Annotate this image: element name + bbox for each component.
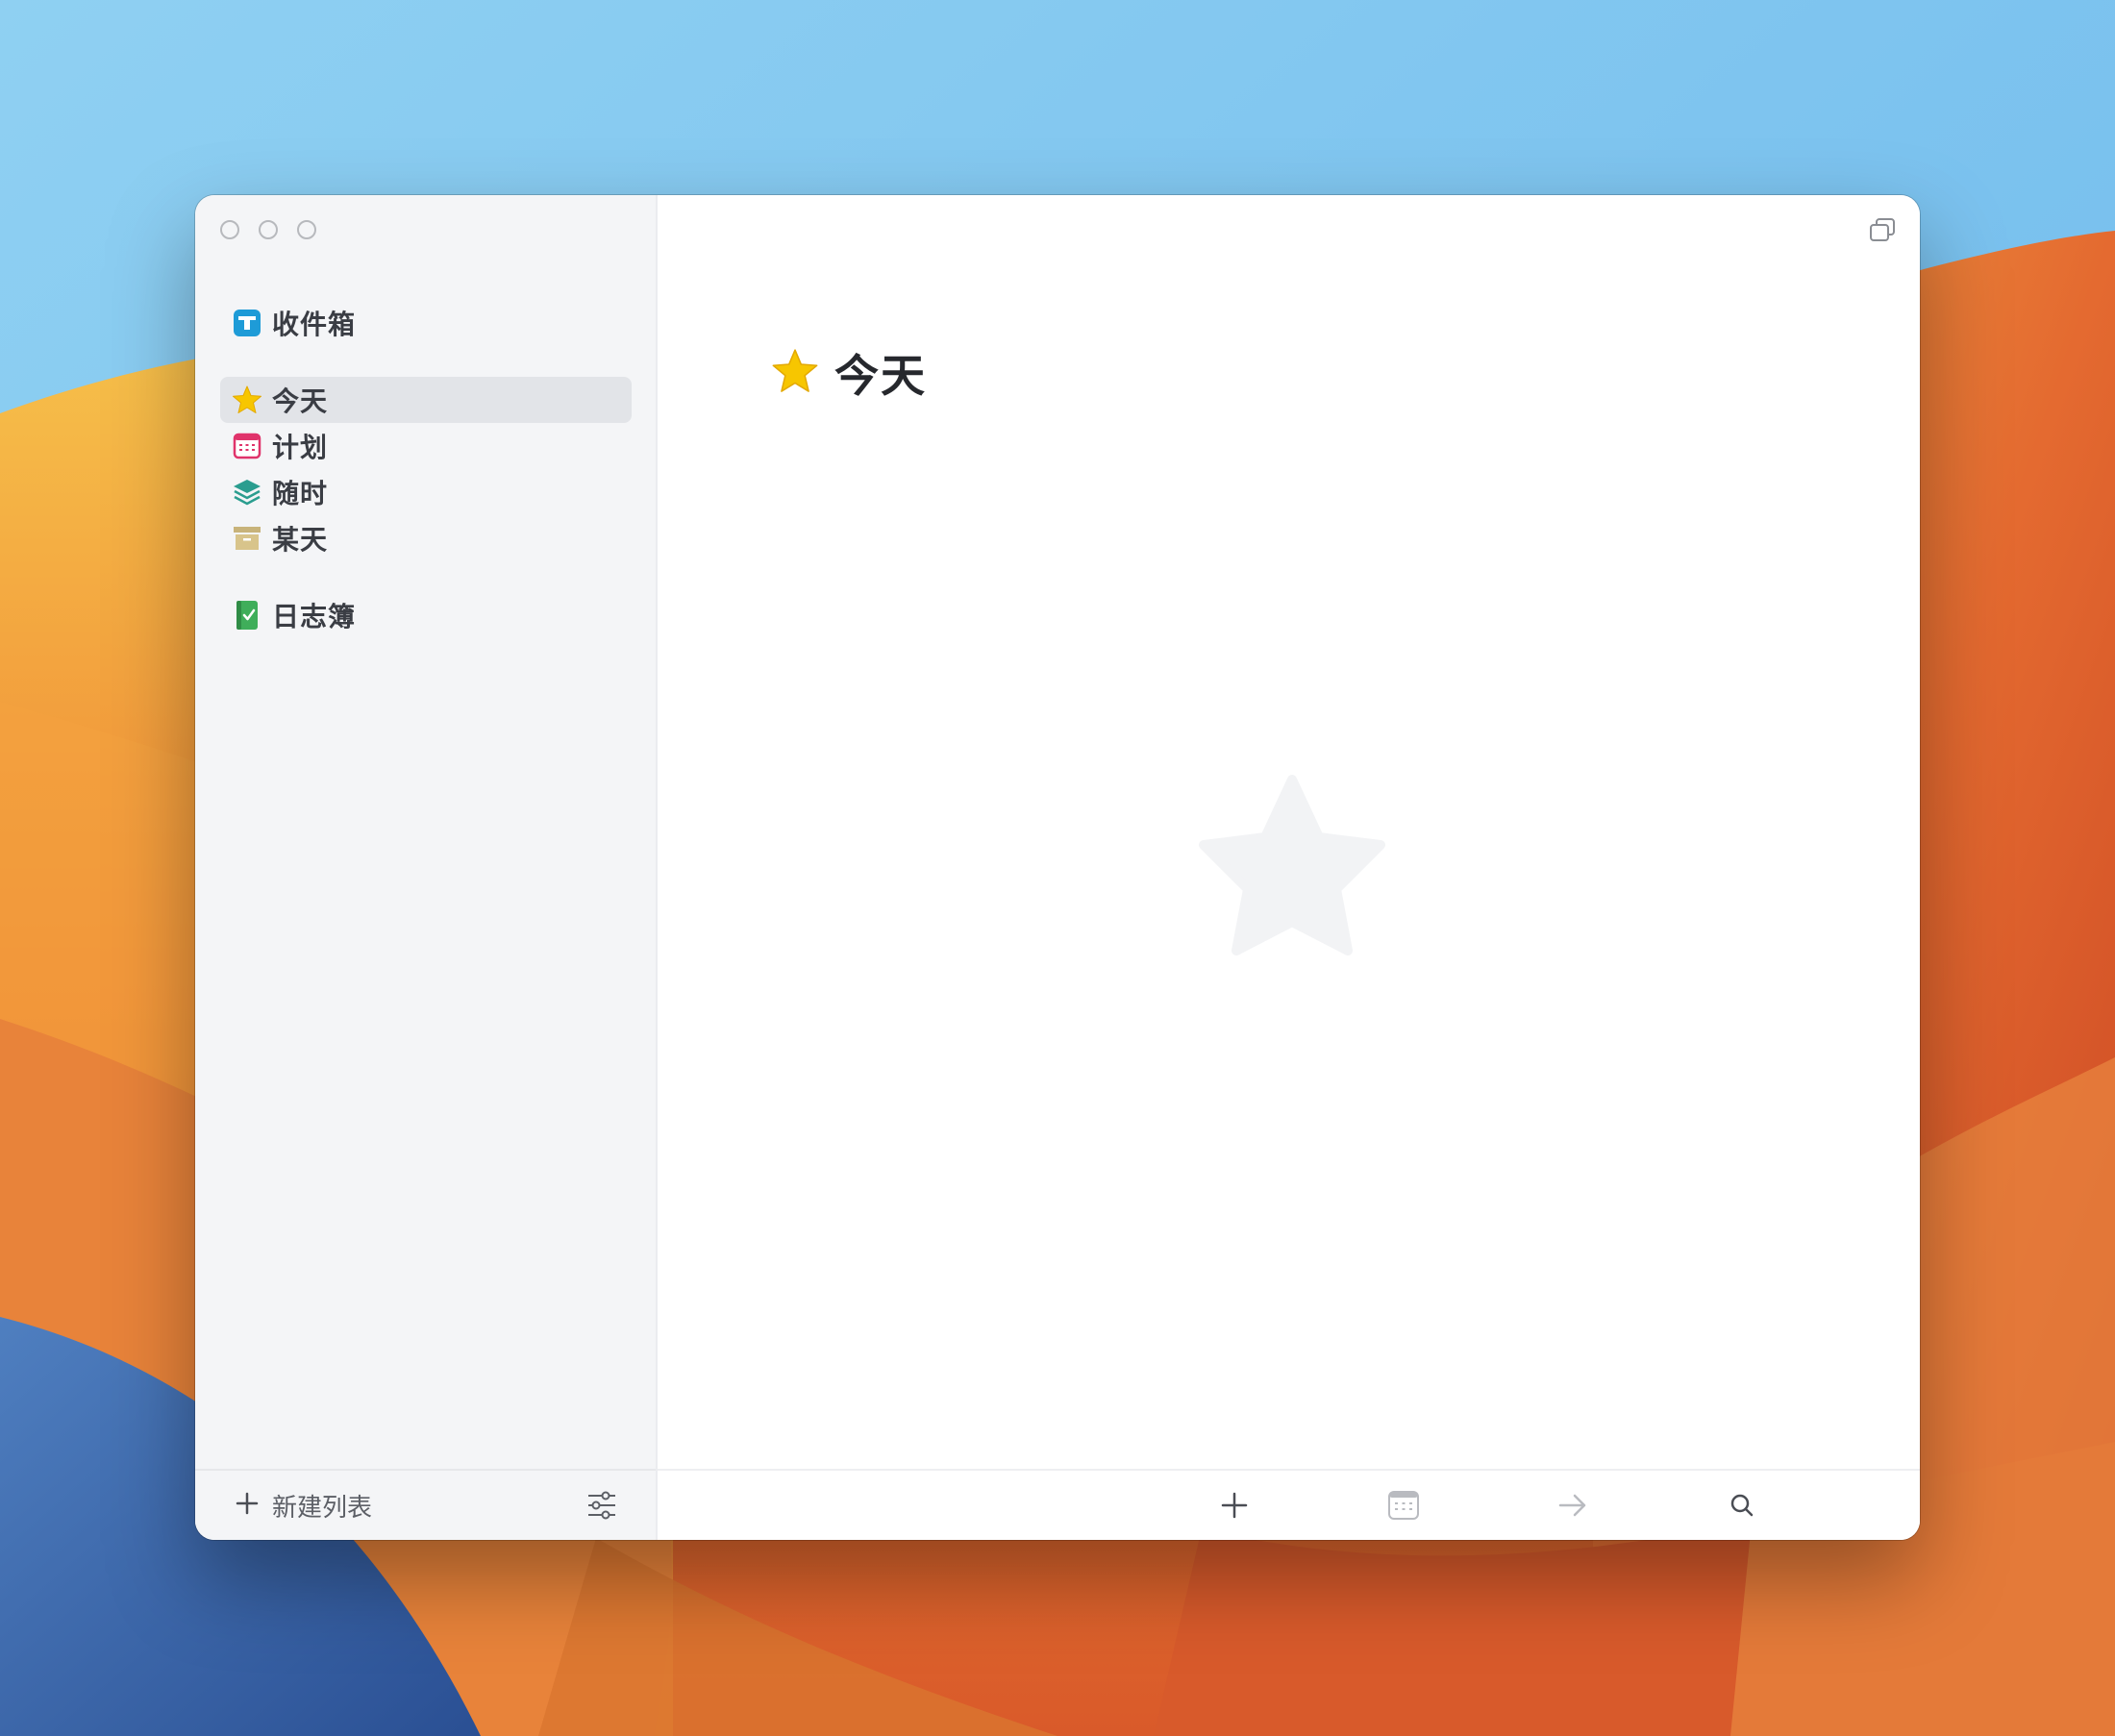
when-button[interactable]	[1386, 1488, 1421, 1523]
calendar-icon	[232, 431, 262, 461]
sidebar-item-anytime[interactable]: 随时	[220, 469, 632, 515]
search-button[interactable]	[1725, 1488, 1759, 1523]
search-icon	[1725, 1494, 1759, 1526]
sidebar-item-label: 日志簿	[272, 601, 357, 632]
layers-icon	[232, 477, 262, 508]
new-todo-button[interactable]	[1217, 1488, 1252, 1523]
arrow-right-icon	[1555, 1494, 1590, 1526]
sidebar-item-label: 收件箱	[272, 309, 357, 340]
app-window: 收件箱 今天 计划 随时 某天 日志簿 新建列表 今天	[195, 195, 1920, 1540]
sidebar: 收件箱 今天 计划 随时 某天 日志簿 新建列表	[195, 195, 658, 1540]
sliders-icon	[586, 1491, 617, 1525]
sidebar-item-today[interactable]: 今天	[220, 377, 632, 423]
sidebar-footer: 新建列表	[195, 1469, 656, 1540]
sidebar-item-label: 今天	[272, 385, 329, 417]
sidebar-item-upcoming[interactable]: 计划	[220, 423, 632, 469]
sidebar-item-logbook[interactable]: 日志簿	[220, 592, 632, 638]
zoom-window-button[interactable]	[297, 220, 316, 239]
archive-box-icon	[232, 523, 262, 554]
move-button[interactable]	[1555, 1488, 1590, 1523]
logbook-icon	[232, 600, 262, 631]
main-content: 今天	[658, 195, 1920, 1540]
close-window-button[interactable]	[220, 220, 239, 239]
empty-state-star-icon	[1196, 772, 1388, 960]
plus-icon	[1217, 1492, 1252, 1526]
minimize-window-button[interactable]	[259, 220, 278, 239]
plus-icon	[236, 1492, 259, 1519]
new-list-button[interactable]: 新建列表	[236, 1488, 372, 1523]
sidebar-item-label: 某天	[272, 524, 329, 556]
page-header: 今天	[771, 339, 927, 407]
calendar-icon	[1386, 1491, 1421, 1526]
page-title: 今天	[834, 350, 927, 402]
duplicate-window-button[interactable]	[1868, 216, 1897, 245]
sidebar-item-someday[interactable]: 某天	[220, 515, 632, 561]
sidebar-item-label: 随时	[272, 478, 329, 509]
sidebar-item-inbox[interactable]: 收件箱	[220, 300, 632, 346]
duplicate-window-icon	[1868, 218, 1897, 249]
sidebar-item-label: 计划	[272, 432, 329, 463]
bottom-toolbar	[658, 1469, 1920, 1540]
inbox-icon	[232, 308, 262, 338]
star-icon	[232, 384, 262, 415]
star-icon	[771, 347, 819, 399]
new-list-label: 新建列表	[272, 1493, 373, 1523]
sidebar-settings-button[interactable]	[586, 1490, 617, 1521]
